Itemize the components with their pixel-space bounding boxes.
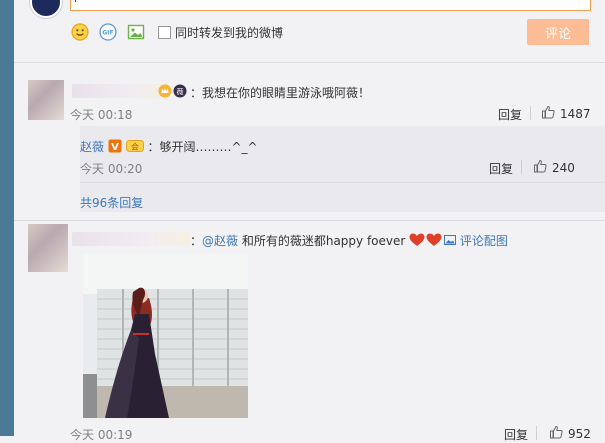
- reply-time: 今天 00:20: [80, 162, 143, 176]
- verified-v-icon: V: [108, 139, 122, 156]
- svg-text:GIF: GIF: [102, 30, 113, 37]
- commenter-avatar[interactable]: [28, 224, 68, 272]
- comment-time: 今天 00:18: [70, 108, 133, 122]
- comment-text: ：我想在你的眼睛里游泳哦阿薇！: [190, 86, 371, 100]
- member-badge-icon: 会: [125, 139, 144, 156]
- repost-label: 同时转发到我的微博: [175, 25, 284, 40]
- like-count: 240: [552, 160, 575, 175]
- thumbs-up-icon: [549, 425, 563, 442]
- comment-picture-label: 评论配图: [459, 234, 508, 248]
- svg-text:薇: 薇: [177, 87, 184, 96]
- thumbs-up-icon: [541, 105, 555, 122]
- commenter-avatar[interactable]: [28, 80, 64, 120]
- comment-input[interactable]: [70, 0, 591, 11]
- text-caret: [75, 0, 76, 2]
- reply-like-button[interactable]: 240: [533, 159, 575, 176]
- checkbox-square[interactable]: [158, 25, 171, 39]
- photo-illustration: [83, 254, 248, 418]
- comment-text: 和所有的薇迷都happy foever: [238, 234, 406, 248]
- picture-icon: [444, 234, 456, 249]
- gif-icon[interactable]: GIF: [98, 22, 118, 42]
- reply-text: ：够开阔………^_^: [147, 140, 258, 154]
- action-divider: [530, 106, 531, 120]
- reply-reply-button[interactable]: 回复: [489, 160, 513, 177]
- section-divider: [14, 220, 605, 221]
- commenter-name-blurred[interactable]: [72, 84, 170, 98]
- mention-link[interactable]: @赵薇: [202, 234, 238, 248]
- crown-badge-icon: [158, 84, 172, 101]
- svg-text:V: V: [111, 142, 119, 153]
- fan-badge-icon: 薇: [173, 84, 187, 101]
- comment-picture-link[interactable]: 评论配图: [444, 232, 508, 249]
- comment-time: 今天 00:19: [70, 428, 133, 442]
- reply-author[interactable]: 赵薇: [80, 140, 104, 154]
- thumbs-up-icon: [533, 159, 547, 176]
- action-divider: [521, 160, 522, 174]
- left-sidebar-strip: [0, 0, 14, 436]
- comment-text-row: ：@赵薇 和所有的薇迷都happy foever: [190, 232, 443, 250]
- heart-icon: [409, 233, 443, 250]
- comment-photo[interactable]: [83, 254, 248, 418]
- commenter-name-blurred[interactable]: [72, 232, 190, 246]
- repost-checkbox[interactable]: 同时转发到我的微博: [158, 24, 283, 41]
- reply-button[interactable]: 回复: [498, 106, 522, 123]
- reply-row: 赵薇 V 会 ：够开阔………^_^: [80, 138, 258, 156]
- sub-divider: [80, 182, 605, 183]
- submit-comment-button[interactable]: 评论: [527, 19, 589, 45]
- comment-section: GIF 同时转发到我的微博 评论 薇 ：我想在你的眼睛里游泳哦阿薇！ 今天 00…: [14, 0, 605, 442]
- section-divider: [14, 62, 605, 63]
- like-button[interactable]: 1487: [541, 105, 591, 122]
- reply-button[interactable]: 回复: [504, 426, 528, 443]
- composer-toolbar: GIF 同时转发到我的微博: [70, 20, 283, 44]
- like-button[interactable]: 952: [549, 425, 591, 442]
- more-replies-link[interactable]: 共96条回复: [80, 194, 143, 211]
- svg-text:会: 会: [131, 142, 139, 152]
- current-user-avatar[interactable]: [30, 0, 62, 18]
- emoji-icon[interactable]: [70, 22, 90, 42]
- action-divider: [536, 426, 537, 440]
- like-count: 952: [568, 426, 591, 441]
- image-icon[interactable]: [126, 22, 146, 42]
- like-count: 1487: [560, 106, 591, 121]
